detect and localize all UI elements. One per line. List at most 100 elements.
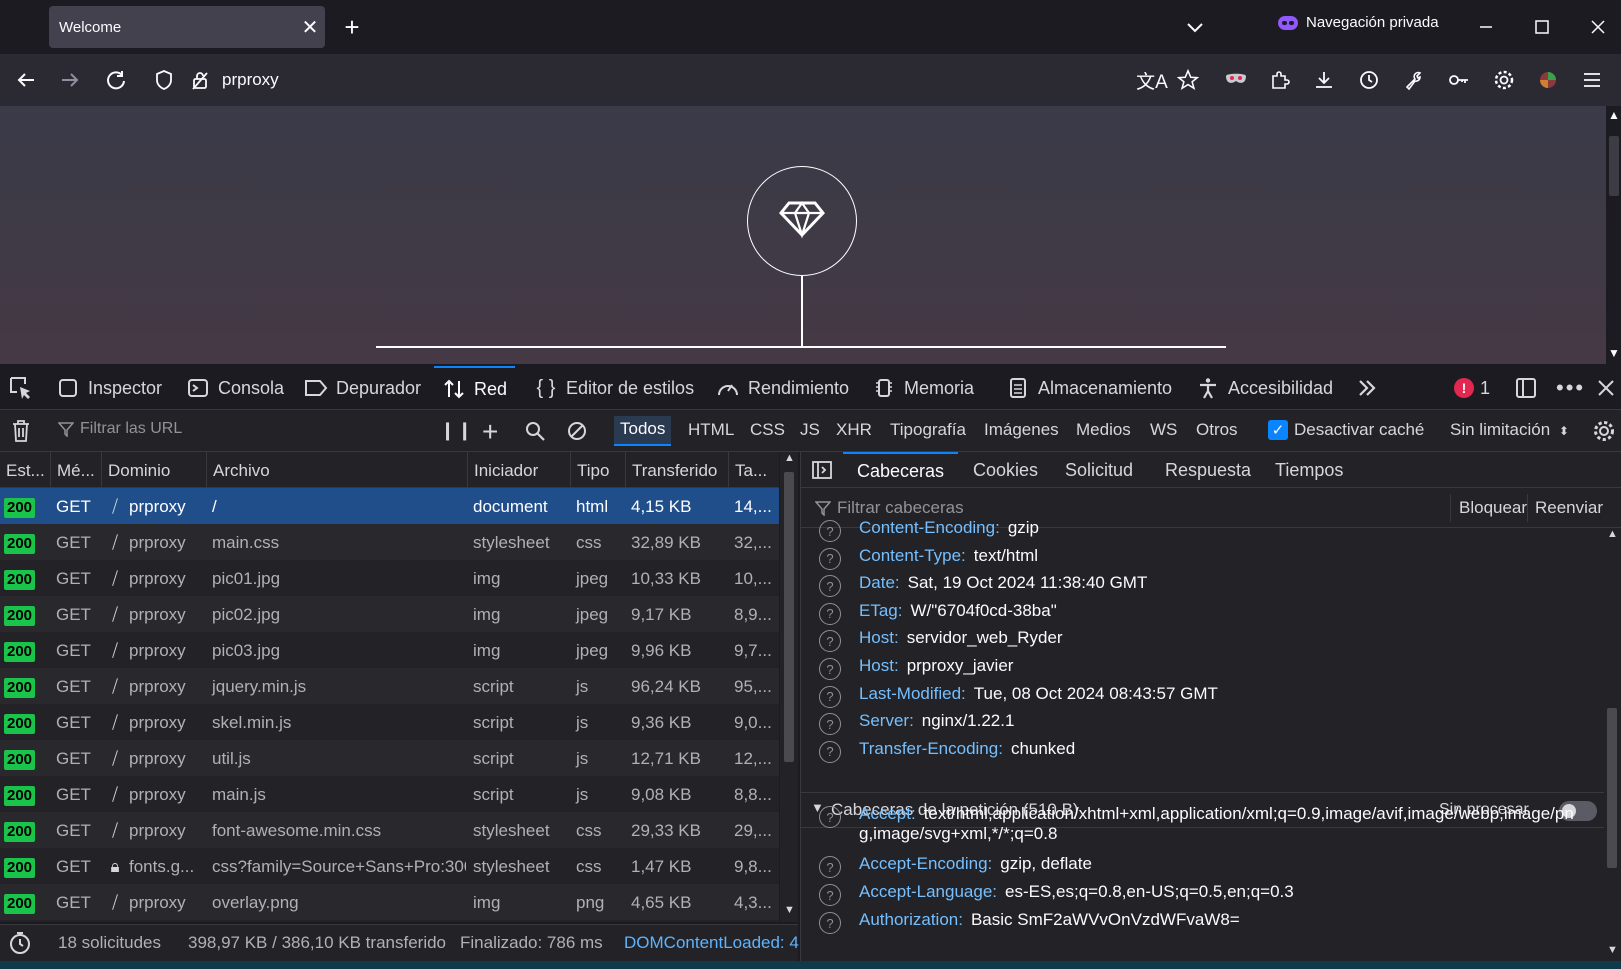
- filter-other[interactable]: Otros: [1196, 420, 1238, 440]
- header-line[interactable]: ? Date: Sat, 19 Oct 2024 11:38:40 GMT: [819, 573, 1147, 601]
- header-line[interactable]: ? Accept-Encoding: gzip, deflate: [819, 854, 1092, 882]
- col-transferred[interactable]: Transferido: [625, 452, 727, 488]
- downloads-icon[interactable]: [1308, 64, 1340, 96]
- browser-tab-welcome[interactable]: Welcome ✕: [49, 6, 325, 48]
- tab-cookies[interactable]: Cookies: [973, 452, 1038, 488]
- filter-headers-input[interactable]: Filtrar cabeceras: [815, 498, 964, 518]
- filter-all[interactable]: Todos: [614, 416, 672, 446]
- settings-gear-icon[interactable]: [1488, 64, 1520, 96]
- page-scrollbar[interactable]: ▲ ▼: [1606, 106, 1621, 364]
- col-domain[interactable]: Dominio: [101, 452, 205, 488]
- developer-tools-wrench-icon[interactable]: [1398, 64, 1430, 96]
- window-close-icon[interactable]: [1580, 10, 1616, 44]
- resend-button[interactable]: Reenviar: [1535, 498, 1603, 518]
- new-tab-button[interactable]: +: [337, 12, 367, 42]
- details-scrollbar[interactable]: ▲ ▼: [1604, 528, 1621, 961]
- request-list-scrollbar-thumb[interactable]: [784, 472, 794, 762]
- help-question-icon[interactable]: ?: [819, 806, 841, 828]
- header-line[interactable]: ? ETag: W/"6704f0cd-38ba": [819, 601, 1057, 629]
- table-row[interactable]: 200 GET ⧸ prproxy main.css stylesheet css 32,89…: [0, 524, 779, 560]
- header-line[interactable]: ? Content-Encoding: gzip: [819, 518, 1039, 546]
- col-method[interactable]: Mé...: [50, 452, 100, 488]
- filter-images[interactable]: Imágenes: [984, 420, 1059, 440]
- search-icon[interactable]: [524, 420, 546, 447]
- tab-accessibility[interactable]: Accesibilidad: [1196, 366, 1333, 410]
- network-settings-gear-icon[interactable]: [1592, 419, 1616, 448]
- tab-timings[interactable]: Tiempos: [1275, 452, 1343, 488]
- header-line[interactable]: ? Host: servidor_web_Ryder: [819, 628, 1063, 656]
- more-options-ellipsis-icon[interactable]: •••: [1556, 366, 1585, 410]
- extension-color-icon[interactable]: [1532, 64, 1564, 96]
- table-row[interactable]: 200 GET ⧸ prproxy overlay.png img png 4,65 KB 4,…: [0, 884, 779, 920]
- tab-style-editor[interactable]: { } Editor de estilos: [534, 366, 695, 410]
- tab-performance[interactable]: Rendimiento: [716, 366, 849, 410]
- throttling-select[interactable]: Sin limitación ⬍: [1450, 420, 1569, 440]
- help-question-icon[interactable]: ?: [819, 884, 841, 906]
- tab-request[interactable]: Solicitud: [1065, 452, 1133, 488]
- scroll-up-arrow-icon[interactable]: ▲: [1607, 528, 1618, 540]
- tab-storage[interactable]: Almacenamiento: [1006, 366, 1172, 410]
- passwords-key-icon[interactable]: [1443, 64, 1475, 96]
- table-row[interactable]: 200 GET 🔒︎ fonts.g... css?family=Source+Sans…: [0, 848, 779, 884]
- page-scrollbar-thumb[interactable]: [1609, 136, 1619, 196]
- shield-icon[interactable]: [154, 69, 174, 96]
- filter-ws[interactable]: WS: [1150, 420, 1177, 440]
- header-line[interactable]: ? Authorization: Basic SmF2aWVvOnVzdWFvaW8…: [819, 910, 1240, 938]
- table-row[interactable]: 200 GET ⧸ prproxy skel.min.js script js 9,36 KB…: [0, 704, 779, 740]
- table-row[interactable]: 200 GET ⧸ prproxy util.js script js 12,71 KB 12,…: [0, 740, 779, 776]
- history-clock-icon[interactable]: [1353, 64, 1385, 96]
- filter-js[interactable]: JS: [800, 420, 820, 440]
- help-question-icon[interactable]: ?: [819, 630, 841, 653]
- help-question-icon[interactable]: ?: [819, 685, 841, 708]
- help-question-icon[interactable]: ?: [819, 856, 841, 878]
- tab-memory[interactable]: Memoria: [872, 366, 974, 410]
- col-type[interactable]: Tipo: [570, 452, 624, 488]
- filter-urls-input[interactable]: Filtrar las URL: [58, 420, 182, 438]
- block-requests-icon[interactable]: [566, 420, 588, 447]
- tab-inspector[interactable]: Inspector: [56, 366, 162, 410]
- tab-list-chevron-icon[interactable]: [1180, 12, 1210, 42]
- scroll-down-arrow-icon[interactable]: ▼: [1607, 944, 1618, 956]
- table-row[interactable]: 200 GET ⧸ prproxy / document html 4,15 KB 14,...: [0, 488, 779, 524]
- table-row[interactable]: 200 GET ⧸ prproxy jquery.min.js script js 96,24…: [0, 668, 779, 704]
- insecure-lock-icon[interactable]: [190, 69, 210, 96]
- table-row[interactable]: 200 GET ⧸ prproxy pic03.jpg img jpeg 9,96 KB 9,7…: [0, 632, 779, 668]
- col-size[interactable]: Ta...: [728, 452, 779, 488]
- col-file[interactable]: Archivo: [206, 452, 466, 488]
- translate-icon[interactable]: 文A: [1136, 64, 1168, 96]
- header-line[interactable]: ? Host: prproxy_javier: [819, 656, 1013, 684]
- table-row[interactable]: 200 GET ⧸ prproxy font-awesome.min.css styles…: [0, 812, 779, 848]
- url-text[interactable]: prproxy: [222, 70, 279, 90]
- reload-icon[interactable]: [100, 64, 132, 96]
- scroll-down-arrow-icon[interactable]: ▼: [1608, 346, 1620, 360]
- responsive-design-icon[interactable]: [1514, 366, 1538, 410]
- forward-arrow-icon[interactable]: [54, 64, 86, 96]
- filter-css[interactable]: CSS: [750, 420, 785, 440]
- tab-response[interactable]: Respuesta: [1165, 452, 1251, 488]
- close-devtools-icon[interactable]: [1596, 366, 1616, 410]
- table-row[interactable]: 200 GET ⧸ prproxy pic02.jpg img jpeg 9,17 KB 8,9…: [0, 596, 779, 632]
- add-request-plus-icon[interactable]: +: [482, 416, 498, 448]
- scroll-down-arrow-icon[interactable]: ▼: [784, 904, 795, 916]
- header-line[interactable]: ? Server: nginx/1.22.1: [819, 711, 1014, 739]
- help-question-icon[interactable]: ?: [819, 602, 841, 625]
- app-menu-hamburger-icon[interactable]: [1576, 64, 1608, 96]
- scroll-up-arrow-icon[interactable]: ▲: [784, 452, 795, 464]
- help-question-icon[interactable]: ?: [819, 912, 841, 934]
- header-line[interactable]: ? Accept-Language: es-ES,es;q=0.8,en-US;q=…: [819, 882, 1294, 910]
- details-scrollbar-thumb[interactable]: [1607, 708, 1617, 868]
- pause-icon[interactable]: ❙❙: [440, 420, 474, 441]
- toggle-sidebar-icon[interactable]: [811, 459, 833, 486]
- clear-trash-icon[interactable]: [10, 419, 32, 448]
- tab-network[interactable]: Red: [434, 366, 516, 410]
- filter-xhr[interactable]: XHR: [836, 420, 872, 440]
- bookmark-star-icon[interactable]: [1172, 64, 1204, 96]
- maximize-icon[interactable]: [1524, 10, 1560, 44]
- help-question-icon[interactable]: ?: [819, 740, 841, 763]
- help-question-icon[interactable]: ?: [819, 575, 841, 598]
- element-picker-icon[interactable]: [8, 366, 34, 410]
- tab-close-icon[interactable]: ✕: [295, 15, 325, 40]
- filter-html[interactable]: HTML: [688, 420, 734, 440]
- more-tools-chevrons-icon[interactable]: [1356, 366, 1378, 410]
- tab-console[interactable]: Consola: [186, 366, 284, 410]
